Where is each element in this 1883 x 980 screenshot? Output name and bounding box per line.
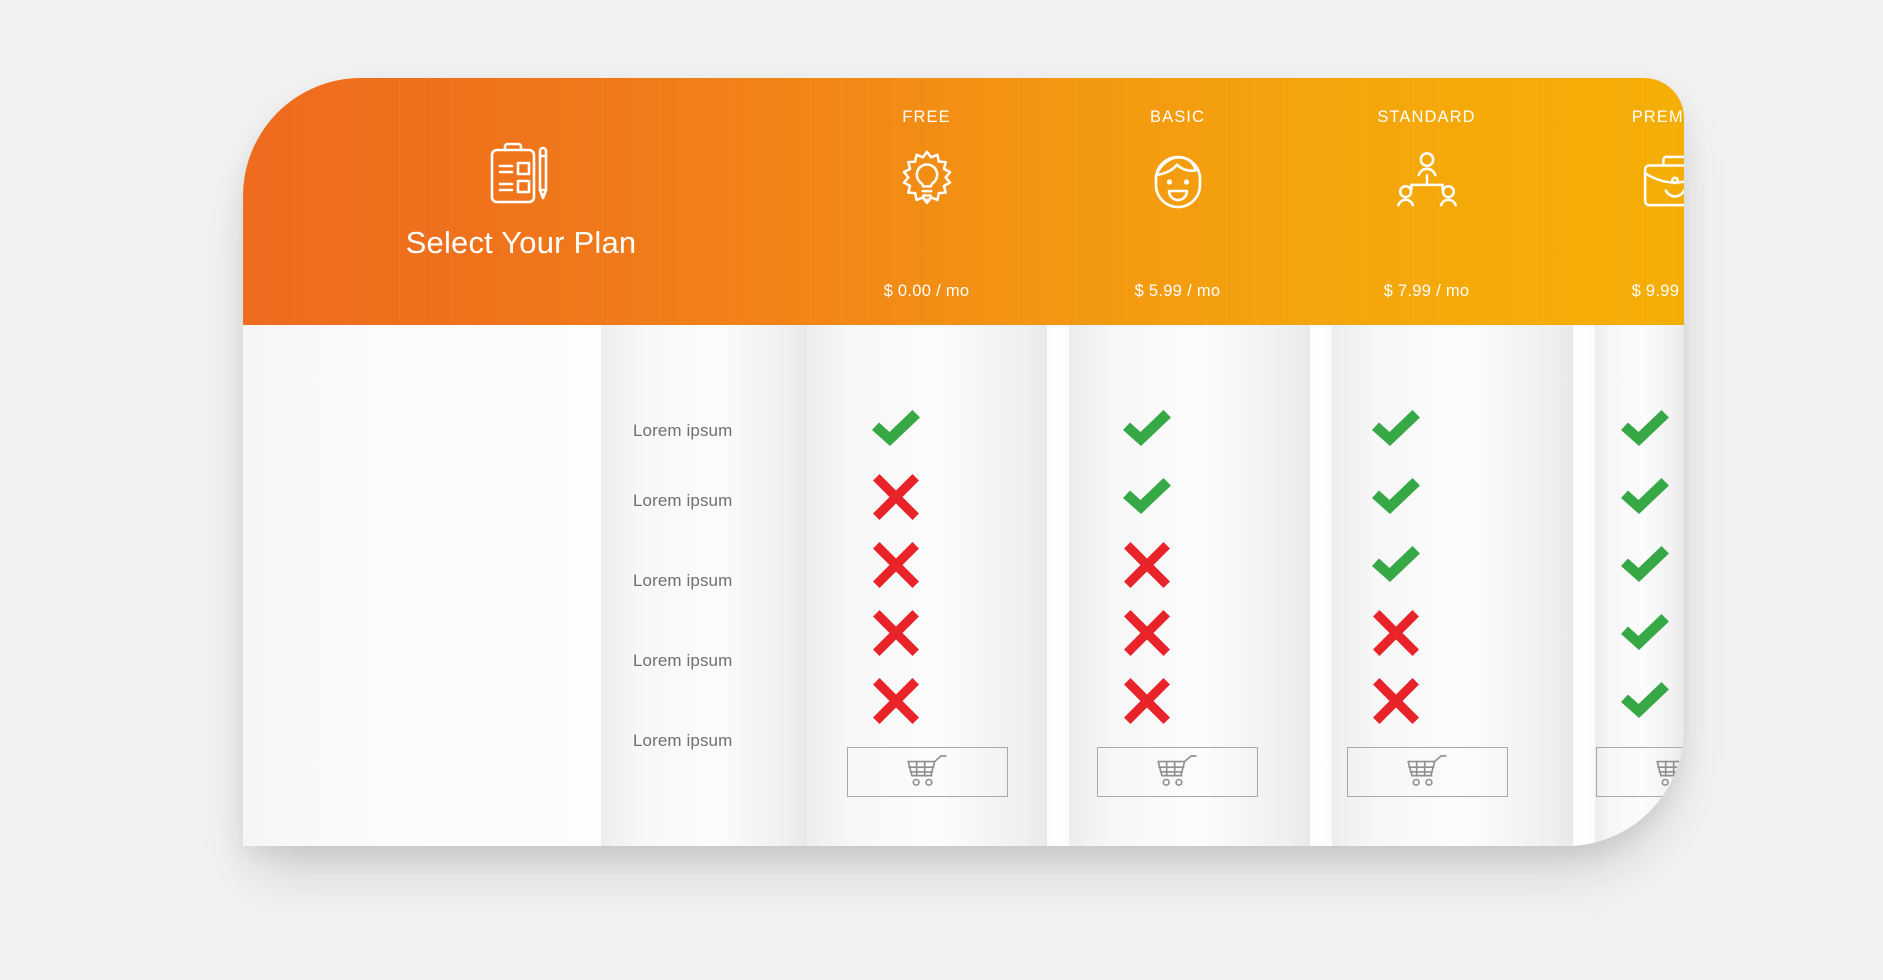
check-icon-basic-row1 [1117,399,1177,459]
plan-name-free: FREE [902,108,951,126]
plan-header-premium[interactable]: PREMIUM $ 9.99 / mo [1554,78,1684,325]
shopping-cart-icon [1654,754,1684,791]
check-icon-premium-row4 [1615,603,1675,663]
cross-icon-free-row5 [866,671,926,731]
buy-button-free[interactable] [847,747,1008,797]
plan-price-free: $ 0.00 / mo [883,282,970,300]
plan-price-premium: $ 9.99 / mo [1631,282,1684,300]
feature-label-3: Lorem ipsum [633,571,733,590]
cross-icon-basic-row3 [1117,535,1177,595]
clipboard-pencil-icon [490,142,552,211]
check-icon-standard-row1 [1366,399,1426,459]
check-icon-premium-row2 [1615,467,1675,527]
check-icon-free-row1 [866,399,926,459]
page-title: Select Your Plan [405,225,637,260]
gear-lightbulb-icon [896,147,958,213]
shopping-cart-icon [905,754,951,791]
feature-label-5: Lorem ipsum [633,731,733,750]
column-gap-3 [1573,325,1595,846]
check-icon-standard-row3 [1366,535,1426,595]
cross-icon-free-row3 [866,535,926,595]
buy-button-basic[interactable] [1097,747,1258,797]
buy-button-premium[interactable] [1596,747,1684,797]
cross-icon-basic-row5 [1117,671,1177,731]
cross-icon-standard-row5 [1366,671,1426,731]
check-icon-basic-row2 [1117,467,1177,527]
cross-icon-standard-row4 [1366,603,1426,663]
pricing-body: Lorem ipsum Lorem ipsum Lorem ipsum Lore… [243,325,1684,846]
pricing-header: Select Your Plan FREE $ 0.00 / mo BASIC … [243,78,1684,325]
pricing-table-screen: Select Your Plan FREE $ 0.00 / mo BASIC … [0,0,1883,980]
plan-header-basic[interactable]: BASIC $ 5.99 / mo [1057,78,1298,325]
feature-label-1: Lorem ipsum [633,421,733,440]
feature-label-4: Lorem ipsum [633,651,733,670]
column-gap-1 [1047,325,1069,846]
feature-label-column [243,325,601,846]
plan-header-standard[interactable]: STANDARD $ 7.99 / mo [1306,78,1547,325]
plan-name-basic: BASIC [1149,108,1206,126]
feature-label-2: Lorem ipsum [633,491,733,510]
check-icon-premium-row3 [1615,535,1675,595]
check-icon-premium-row5 [1615,671,1675,731]
check-icon-standard-row2 [1366,467,1426,527]
shopping-cart-icon [1155,754,1201,791]
plan-name-premium: PREMIUM [1631,108,1684,126]
cross-icon-basic-row4 [1117,603,1177,663]
smiling-face-icon [1148,147,1208,213]
briefcase-icon [1643,147,1684,213]
check-icon-premium-row1 [1615,399,1675,459]
buy-button-standard[interactable] [1347,747,1508,797]
shopping-cart-icon [1405,754,1451,791]
column-gap-2 [1310,325,1332,846]
cross-icon-free-row2 [866,467,926,527]
title-block: Select Your Plan [243,78,673,325]
plan-header-free[interactable]: FREE $ 0.00 / mo [806,78,1047,325]
team-network-icon [1394,147,1460,213]
pricing-card: Select Your Plan FREE $ 0.00 / mo BASIC … [243,78,1684,846]
cross-icon-free-row4 [866,603,926,663]
plan-name-standard: STANDARD [1377,108,1476,126]
plan-price-standard: $ 7.99 / mo [1383,282,1470,300]
plan-price-basic: $ 5.99 / mo [1134,282,1221,300]
